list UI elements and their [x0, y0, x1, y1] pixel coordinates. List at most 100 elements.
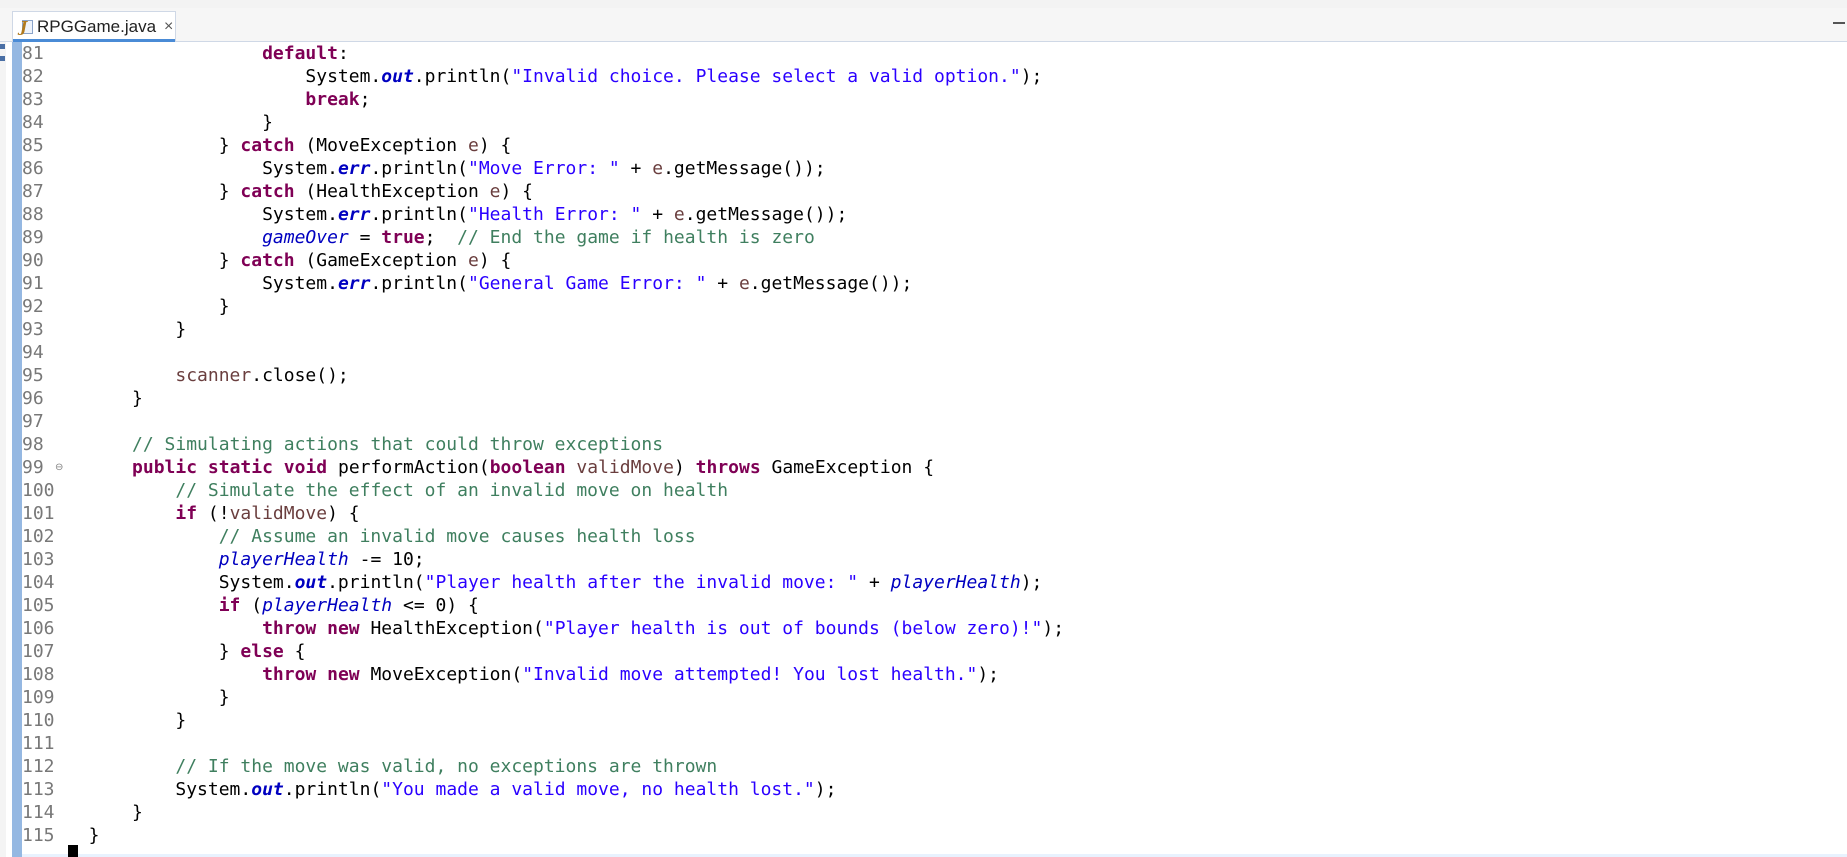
code-line[interactable]: 91 System.err.println("General Game Erro…: [0, 272, 1847, 295]
code-line[interactable]: 115 }: [0, 824, 1847, 847]
code-line[interactable]: 99 ⊖ public static void performAction(boo…: [0, 456, 1847, 479]
code-token: err: [337, 158, 371, 179]
editor-tab-bar: J RPGGame.java ×: [0, 8, 1847, 42]
code-line[interactable]: 101 if (!validMove) {: [0, 502, 1847, 525]
code-token: }: [67, 112, 273, 133]
line-number: 90: [22, 250, 44, 271]
code-token: :: [337, 43, 349, 64]
line-number: 93: [22, 319, 44, 340]
code-token: // Simulating actions that could throw e…: [132, 434, 664, 455]
line-number: 106: [22, 618, 55, 639]
line-number: 108: [22, 664, 55, 685]
code-token: boolean: [489, 457, 566, 478]
code-line[interactable]: 84 }: [0, 111, 1847, 134]
code-token: GameException {: [760, 457, 935, 478]
code-token: err: [337, 273, 371, 294]
code-token: System.: [67, 273, 338, 294]
code-line[interactable]: 85 } catch (MoveException e) {: [0, 134, 1847, 157]
code-token: err: [337, 204, 371, 225]
fold-toggle-icon[interactable]: ⊖: [55, 456, 63, 479]
code-text: System.err.println("General Game Error: …: [67, 272, 912, 295]
code-text: System.out.println("Invalid choice. Plea…: [67, 65, 1042, 88]
code-line[interactable]: 89 gameOver = true; // End the game if h…: [0, 226, 1847, 249]
code-token: void: [283, 457, 328, 478]
code-token: else: [240, 641, 284, 662]
code-text: System.out.println("Player health after …: [67, 571, 1043, 594]
code-line[interactable]: 112 // If the move was valid, no excepti…: [0, 755, 1847, 778]
code-line[interactable]: 108 throw new MoveException("Invalid mov…: [0, 663, 1847, 686]
code-line[interactable]: 109 }: [0, 686, 1847, 709]
code-token: // If the move was valid, no exceptions …: [175, 756, 718, 777]
code-line[interactable]: 92 }: [0, 295, 1847, 318]
code-token: break: [305, 89, 360, 110]
code-token: // Assume an invalid move causes health …: [218, 526, 696, 547]
code-token: }: [67, 825, 100, 846]
code-line[interactable]: 105 if (playerHealth <= 0) {: [0, 594, 1847, 617]
code-token: (MoveException: [294, 135, 468, 156]
code-line[interactable]: 102 // Assume an invalid move causes hea…: [0, 525, 1847, 548]
code-line[interactable]: 83 break;: [0, 88, 1847, 111]
code-token: HealthException(: [359, 618, 544, 639]
code-text: }: [67, 111, 273, 134]
code-token: +: [858, 572, 891, 593]
code-line[interactable]: 111: [0, 732, 1847, 755]
code-token: );: [1042, 618, 1065, 639]
code-line[interactable]: 94: [0, 341, 1847, 364]
code-line[interactable]: 107 } else {: [0, 640, 1847, 663]
code-token: }: [67, 250, 241, 271]
line-number: 104: [22, 572, 55, 593]
code-line[interactable]: 113 System.out.println("You made a valid…: [0, 778, 1847, 801]
code-text: gameOver = true; // End the game if heal…: [67, 226, 815, 249]
code-line[interactable]: 98 // Simulating actions that could thro…: [0, 433, 1847, 456]
code-token: e: [467, 135, 479, 156]
code-line[interactable]: 114 }: [0, 801, 1847, 824]
code-token: "Health Error: ": [468, 204, 642, 225]
code-token: e: [738, 273, 750, 294]
code-line[interactable]: 110 }: [0, 709, 1847, 732]
line-number: 98: [22, 434, 44, 455]
line-number: 97: [22, 411, 44, 432]
code-text: }: [67, 824, 100, 847]
code-line[interactable]: 100 // Simulate the effect of an invalid…: [0, 479, 1847, 502]
code-line[interactable]: 93 }: [0, 318, 1847, 341]
code-line[interactable]: 88 System.err.println("Health Error: " +…: [0, 203, 1847, 226]
code-token: "Player health is out of bounds (below z…: [543, 618, 1043, 639]
code-token: );: [1020, 66, 1043, 87]
code-text: }: [67, 295, 230, 318]
line-number: 82: [22, 66, 44, 87]
code-token: playerHealth: [890, 572, 1021, 593]
code-token: playerHealth: [262, 595, 393, 616]
code-token: "Invalid choice. Please select a valid o…: [511, 66, 1021, 87]
java-file-icon: J: [19, 18, 33, 36]
minimize-icon[interactable]: [1833, 22, 1845, 24]
code-line[interactable]: 97: [0, 410, 1847, 433]
code-token: );: [977, 664, 1000, 685]
code-line[interactable]: 95 scanner.close();: [0, 364, 1847, 387]
close-icon[interactable]: ×: [164, 18, 173, 35]
code-line[interactable]: 82 System.out.println("Invalid choice. P…: [0, 65, 1847, 88]
code-token: if: [218, 595, 241, 616]
code-line[interactable]: 81 default:: [0, 42, 1847, 65]
code-text: throw new HealthException("Player health…: [67, 617, 1064, 640]
code-line[interactable]: 104 System.out.println("Player health af…: [0, 571, 1847, 594]
code-line[interactable]: 103 playerHealth -= 10;: [0, 548, 1847, 571]
code-line[interactable]: 106 throw new HealthException("Player he…: [0, 617, 1847, 640]
code-token: ) {: [500, 181, 534, 202]
code-line[interactable]: 96 }: [0, 387, 1847, 410]
code-token: (!: [197, 503, 230, 524]
code-line[interactable]: 90 } catch (GameException e) {: [0, 249, 1847, 272]
code-token: }: [67, 802, 143, 823]
tab-rpggame-java[interactable]: J RPGGame.java ×: [12, 11, 176, 42]
code-text: throw new MoveException("Invalid move at…: [67, 663, 999, 686]
code-line[interactable]: 86 System.err.println("Move Error: " + e…: [0, 157, 1847, 180]
code-editor[interactable]: 81 default: 82 System.out.println("Invali…: [0, 42, 1847, 857]
code-line[interactable]: 87 } catch (HealthException e) {: [0, 180, 1847, 203]
code-token: out: [381, 66, 414, 87]
code-token: }: [67, 135, 241, 156]
